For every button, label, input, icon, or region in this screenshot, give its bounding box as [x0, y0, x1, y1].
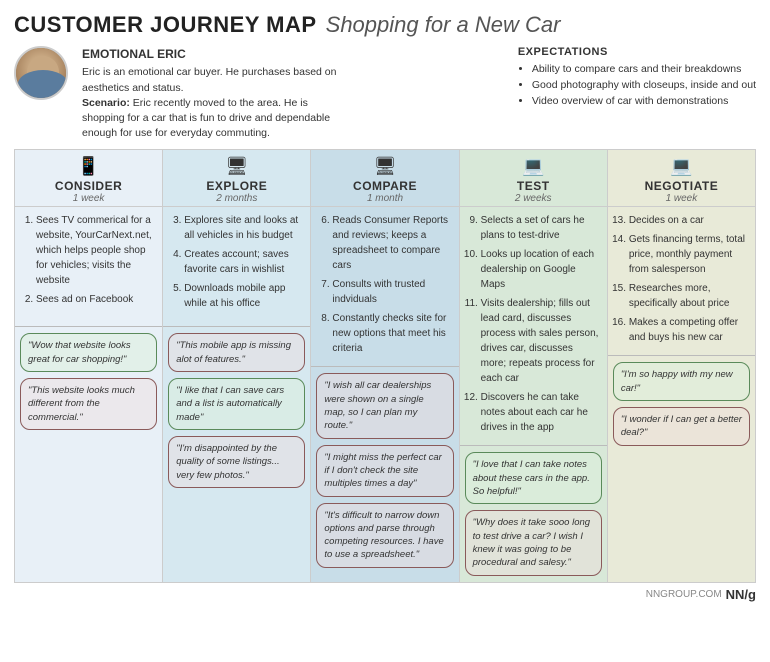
consider-quotes: "Wow that website looks great for car sh…: [15, 327, 162, 435]
negotiate-quote-negative: "I wonder if I can get a better deal?": [613, 407, 750, 446]
col-header-explore: 🖥 EXPLORE 2 months: [163, 150, 310, 207]
explore-actions: Explores site and looks at all vehicles …: [163, 207, 310, 327]
persona-text: EMOTIONAL ERIC Eric is an emotional car …: [82, 46, 342, 141]
persona-name: EMOTIONAL ERIC: [82, 46, 342, 63]
col-header-consider: 📱 CONSIDER 1 week: [15, 150, 162, 207]
test-quote-positive: "I love that I can take notes about thes…: [465, 452, 602, 504]
explore-icon: 🖥: [167, 156, 306, 177]
persona-description: Eric is an emotional car buyer. He purch…: [82, 65, 342, 95]
expectations-list: Ability to compare cars and their breakd…: [518, 62, 756, 109]
test-action-2: Looks up location of each dealership on …: [481, 247, 600, 292]
negotiate-action-3: Researches more, specifically about pric…: [629, 281, 748, 311]
col-compare: 🖥 COMPARE 1 month Reads Consumer Reports…: [311, 150, 459, 581]
col-explore: 🖥 EXPLORE 2 months Explores site and loo…: [163, 150, 311, 581]
footer-website: NNGROUP.COM: [646, 589, 722, 600]
explore-action-2: Creates account; saves favorite cars in …: [184, 247, 303, 277]
compare-quote-2: "I might miss the perfect car if I don't…: [316, 445, 453, 497]
consider-actions: Sees TV commerical for a website, YourCa…: [15, 207, 162, 327]
test-action-1: Selects a set of cars he plans to test-d…: [481, 213, 600, 243]
col-header-compare: 🖥 COMPARE 1 month: [311, 150, 458, 207]
consider-quote-negative: "This website looks much different from …: [20, 378, 157, 430]
test-actions: Selects a set of cars he plans to test-d…: [460, 207, 607, 446]
explore-action-1: Explores site and looks at all vehicles …: [184, 213, 303, 243]
test-action-4: Discovers he can take notes about each c…: [481, 390, 600, 435]
persona-scenario: Scenario: Eric recently moved to the are…: [82, 96, 342, 142]
test-action-3: Visits dealership; fills out lead card, …: [481, 296, 600, 386]
compare-actions: Reads Consumer Reports and reviews; keep…: [311, 207, 458, 367]
compare-duration: 1 month: [315, 193, 454, 204]
title-block: CUSTOMER JOURNEY MAP Shopping for a New …: [14, 12, 756, 38]
explore-quote-negative-2: "I'm disappointed by the quality of some…: [168, 436, 305, 488]
compare-action-2: Consults with trusted indviduals: [332, 277, 451, 307]
negotiate-actions: Decides on a car Gets financing terms, t…: [608, 207, 755, 356]
compare-quotes: "I wish all car dealerships were shown o…: [311, 367, 458, 573]
consider-duration: 1 week: [19, 193, 158, 204]
negotiate-quote-positive: "I'm so happy with my new car!": [613, 362, 750, 401]
negotiate-action-1: Decides on a car: [629, 213, 748, 228]
avatar: [14, 46, 68, 100]
expectations: EXPECTATIONS Ability to compare cars and…: [518, 46, 756, 109]
expectation-item: Video overview of car with demonstration…: [532, 94, 756, 110]
col-negotiate: 💻 NEGOTIATE 1 week Decides on a car Gets…: [608, 150, 755, 581]
compare-icon: 🖥: [315, 156, 454, 177]
negotiate-stage-label: NEGOTIATE: [612, 179, 751, 193]
expectations-title: EXPECTATIONS: [518, 46, 756, 58]
test-duration: 2 weeks: [464, 193, 603, 204]
consider-quote-positive: "Wow that website looks great for car sh…: [20, 333, 157, 372]
subtitle: Shopping for a New Car: [326, 12, 561, 37]
negotiate-icon: 💻: [612, 156, 751, 177]
consider-action-1: Sees TV commerical for a website, YourCa…: [36, 213, 155, 288]
explore-duration: 2 months: [167, 193, 306, 204]
col-header-negotiate: 💻 NEGOTIATE 1 week: [608, 150, 755, 207]
consider-stage-label: CONSIDER: [19, 179, 158, 193]
col-header-test: 💻 TEST 2 weeks: [460, 150, 607, 207]
negotiate-action-4: Makes a competing offer and buys his new…: [629, 315, 748, 345]
main-title: CUSTOMER JOURNEY MAP: [14, 12, 317, 37]
nn-logo: NN/g: [726, 587, 756, 602]
col-consider: 📱 CONSIDER 1 week Sees TV commerical for…: [15, 150, 163, 581]
compare-action-1: Reads Consumer Reports and reviews; keep…: [332, 213, 451, 273]
test-quote-negative: "Why does it take sooo long to test driv…: [465, 510, 602, 575]
test-icon: 💻: [464, 156, 603, 177]
consider-action-2: Sees ad on Facebook: [36, 292, 155, 307]
negotiate-action-2: Gets financing terms, total price, month…: [629, 232, 748, 277]
consider-icon: 📱: [19, 156, 158, 177]
compare-quote-1: "I wish all car dealerships were shown o…: [316, 373, 453, 438]
journey-grid: 📱 CONSIDER 1 week Sees TV commerical for…: [14, 149, 756, 582]
expectation-item: Ability to compare cars and their breakd…: [532, 62, 756, 78]
expectation-item: Good photography with closeups, inside a…: [532, 78, 756, 94]
negotiate-quotes: "I'm so happy with my new car!" "I wonde…: [608, 356, 755, 451]
explore-quote-negative-1: "This mobile app is missing alot of feat…: [168, 333, 305, 372]
compare-action-3: Constantly checks site for new options t…: [332, 311, 451, 356]
explore-quotes: "This mobile app is missing alot of feat…: [163, 327, 310, 493]
explore-stage-label: EXPLORE: [167, 179, 306, 193]
explore-quote-positive: "I like that I can save cars and a list …: [168, 378, 305, 430]
negotiate-duration: 1 week: [612, 193, 751, 204]
footer: NNGROUP.COM NN/g: [14, 583, 756, 602]
test-stage-label: TEST: [464, 179, 603, 193]
test-quotes: "I love that I can take notes about thes…: [460, 446, 607, 581]
persona-section: EMOTIONAL ERIC Eric is an emotional car …: [14, 46, 756, 141]
col-test: 💻 TEST 2 weeks Selects a set of cars he …: [460, 150, 608, 581]
compare-quote-3: "It's difficult to narrow down options a…: [316, 503, 453, 568]
explore-action-3: Downloads mobile app while at his office: [184, 281, 303, 311]
page: CUSTOMER JOURNEY MAP Shopping for a New …: [0, 0, 770, 610]
compare-stage-label: COMPARE: [315, 179, 454, 193]
